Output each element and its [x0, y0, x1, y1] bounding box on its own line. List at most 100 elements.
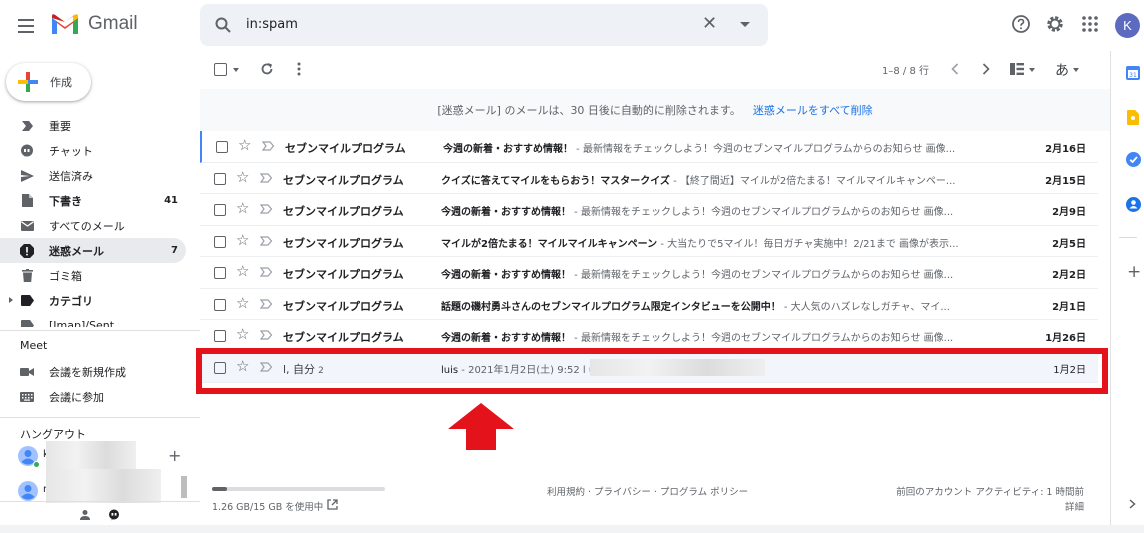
policy-links[interactable]: 利用規約 · プライバシー · プログラム ポリシー: [547, 484, 748, 498]
importance-marker-icon[interactable]: [260, 330, 273, 340]
new-meeting-label: 会議を新規作成: [49, 366, 126, 379]
star-icon[interactable]: ☆: [236, 201, 249, 216]
importance-marker-icon[interactable]: [262, 141, 275, 151]
calendar-icon[interactable]: 31: [1126, 66, 1140, 80]
search-options-icon[interactable]: [740, 22, 750, 27]
email-sender: セブンマイルプログラム: [283, 235, 407, 251]
importance-marker-icon[interactable]: [260, 204, 273, 214]
nav-item-important[interactable]: 重要: [0, 113, 186, 138]
draft-icon: [20, 194, 34, 208]
email-row[interactable]: ☆ セブンマイルプログラム 今週の新着・おすすめ情報！ - 最新情報をチェックしよう…: [200, 257, 1098, 289]
compose-plus-icon: [16, 70, 40, 94]
row-checkbox[interactable]: [214, 204, 226, 216]
nav-item-sent[interactable]: 送信済み: [0, 163, 186, 188]
email-sender: セブンマイルプログラム: [283, 329, 407, 345]
search-bar[interactable]: in:spam ✕: [200, 4, 768, 46]
join-meeting-label: 会議に参加: [49, 391, 104, 404]
row-checkbox[interactable]: [214, 235, 226, 248]
email-row[interactable]: ☆ セブンマイルプログラム 今週の新着・おすすめ情報！ - 最新情報をチェックしよう…: [200, 320, 1098, 352]
email-row[interactable]: ☆ セブンマイルプログラム 今週の新着・おすすめ情報！ - 最新情報をチェックしよう…: [200, 131, 1098, 163]
star-icon[interactable]: ☆: [236, 295, 249, 311]
up-arrow-annotation-icon: [448, 403, 514, 450]
input-tools-chevron-icon[interactable]: [1073, 68, 1079, 72]
delete-all-spam-link[interactable]: 迷惑メールをすべて削除: [753, 102, 873, 118]
importance-marker-icon[interactable]: [260, 235, 273, 246]
help-icon[interactable]: [1011, 14, 1031, 34]
nav-item-chat[interactable]: チャット: [0, 138, 186, 163]
star-icon[interactable]: ☆: [236, 169, 249, 185]
nav-item-categories[interactable]: カテゴリ: [0, 288, 186, 313]
search-icon[interactable]: [214, 16, 232, 34]
email-sender: セブンマイルプログラム: [283, 266, 407, 282]
row-checkbox[interactable]: [214, 330, 226, 342]
email-content: 今週の新着・おすすめ情報！ - 最新情報をチェックしよう！今週のセブンマイルプロ…: [441, 329, 1021, 344]
join-meeting-button[interactable]: 会議に参加: [20, 389, 104, 405]
split-pane-chevron-icon[interactable]: [1029, 68, 1035, 72]
star-icon[interactable]: ☆: [236, 232, 249, 248]
email-content: 今週の新着・おすすめ情報！ - 最新情報をチェックしよう！今週のセブンマイルプロ…: [443, 140, 1023, 155]
hangouts-contact[interactable]: k: [18, 441, 188, 469]
nav-item-drafts[interactable]: 下書き 41: [0, 188, 186, 213]
email-row[interactable]: ☆ セブンマイルプログラム 話題の磯村勇斗さんのセブンマイルプログラム限定インタビュ…: [200, 288, 1098, 320]
star-icon[interactable]: ☆: [236, 264, 249, 279]
contacts-icon[interactable]: [1126, 197, 1141, 212]
input-tools-button[interactable]: あ: [1055, 60, 1069, 80]
apps-grid-icon[interactable]: [1080, 14, 1100, 34]
nav-item-spam[interactable]: 迷惑メール 7: [0, 238, 186, 263]
open-in-new-icon[interactable]: [327, 499, 338, 510]
split-pane-icon[interactable]: [1010, 63, 1024, 75]
nav-count: 41: [164, 195, 178, 206]
person-icon[interactable]: [79, 509, 91, 521]
newer-chevron-right-icon[interactable]: [982, 63, 990, 75]
show-side-panel-chevron-icon[interactable]: [1129, 499, 1136, 509]
gmail-logo[interactable]: Gmail: [50, 12, 138, 36]
hangouts-self[interactable]: n: [18, 469, 188, 503]
nav-count: 7: [171, 245, 178, 256]
keep-icon[interactable]: [1127, 110, 1139, 125]
row-checkbox[interactable]: [214, 267, 226, 279]
email-row[interactable]: ☆ セブンマイルプログラム 今週の新着・おすすめ情報！ - 最新情報をチェックしよう…: [200, 194, 1098, 226]
main-menu-button[interactable]: [12, 12, 40, 40]
email-row[interactable]: ☆ セブンマイルプログラム クイズに答えてマイルをもらおう！マスタークイズ - 【終…: [200, 162, 1098, 194]
activity-details-link[interactable]: 詳細: [1065, 499, 1084, 513]
nav-item-all-mail[interactable]: すべてのメール: [0, 213, 186, 238]
nav-item-trash[interactable]: ゴミ箱: [0, 263, 186, 288]
spam-notice-text: [迷惑メール] のメールは、30 日後に自動的に削除されます。: [437, 104, 741, 117]
select-all-checkbox[interactable]: [214, 63, 227, 76]
importance-marker-icon[interactable]: [260, 298, 273, 309]
settings-gear-icon[interactable]: [1045, 14, 1065, 34]
row-checkbox[interactable]: [216, 141, 228, 153]
redacted-block: [46, 469, 161, 503]
older-chevron-left-icon[interactable]: [951, 63, 959, 75]
hangouts-chat-icon[interactable]: [108, 509, 120, 521]
clear-search-icon[interactable]: ✕: [702, 15, 717, 33]
sender-name: セブンマイルプログラム: [283, 268, 404, 281]
sender-name: セブンマイルプログラム: [283, 173, 404, 187]
search-input[interactable]: in:spam: [246, 17, 298, 32]
expand-arrow-icon[interactable]: [9, 297, 13, 303]
email-snippet: - 最新情報をチェックしよう！今週のセブンマイルプログラムからのお知らせ 画像.…: [573, 144, 956, 155]
row-checkbox[interactable]: [214, 298, 226, 311]
star-icon[interactable]: ☆: [238, 138, 251, 153]
email-content: クイズに答えてマイルをもらおう！マスタークイズ - 【終了間近】マイルが2倍たま…: [441, 172, 1021, 187]
email-subject: 今週の新着・おすすめ情報！: [441, 333, 571, 344]
compose-button[interactable]: 作成: [6, 63, 91, 101]
importance-marker-icon[interactable]: [260, 267, 273, 277]
mail-icon: [20, 219, 34, 233]
account-avatar[interactable]: K: [1115, 13, 1140, 38]
importance-marker-icon[interactable]: [260, 172, 273, 183]
email-subject: 今週の新着・おすすめ情報！: [443, 144, 573, 155]
get-addons-plus-icon[interactable]: +: [1127, 264, 1141, 281]
tasks-icon[interactable]: [1126, 152, 1141, 167]
new-meeting-button[interactable]: 会議を新規作成: [20, 364, 126, 380]
select-options-chevron-icon[interactable]: [233, 68, 239, 72]
nav-list: 重要 チャット 送信済み 下書き 41 すべてのメール 迷惑メール 7 ゴミ箱 …: [0, 113, 200, 327]
nav-item-imap-sent[interactable]: [Imap]/Sent: [0, 313, 186, 327]
email-row[interactable]: ☆ セブンマイルプログラム マイルが2倍たまる！マイルマイルキャンペーン - 大当た…: [200, 225, 1098, 257]
row-checkbox[interactable]: [214, 172, 226, 185]
more-options-icon[interactable]: [297, 62, 301, 76]
refresh-icon[interactable]: [260, 62, 274, 76]
sidebar-scrollbar[interactable]: [181, 476, 187, 498]
star-icon[interactable]: ☆: [236, 327, 249, 342]
email-date: 1月26日: [1045, 333, 1086, 344]
